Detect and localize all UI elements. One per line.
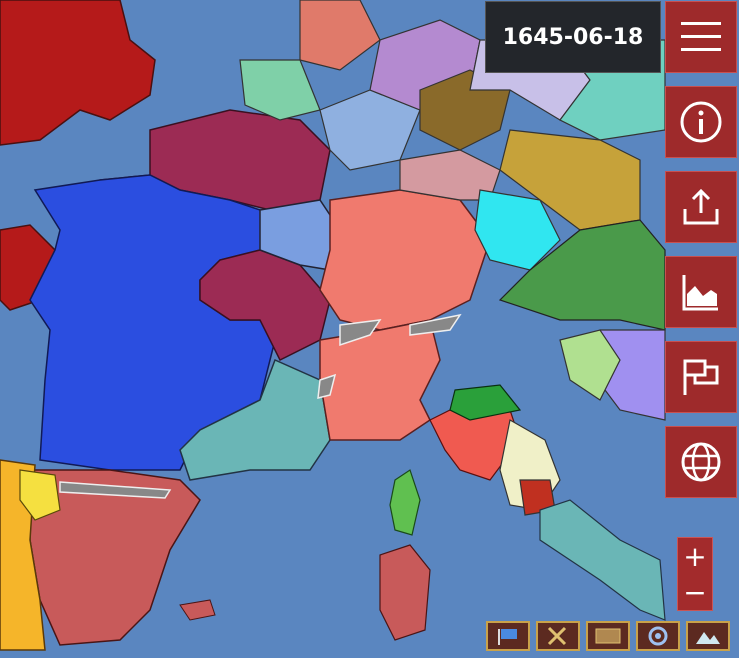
zoom-control: + − <box>677 537 713 611</box>
tools-button[interactable] <box>536 621 580 651</box>
region-north-italy <box>319 319 441 441</box>
flag-toggle-button[interactable] <box>486 621 530 651</box>
tools-icon <box>547 626 567 646</box>
flag-toggle-icon <box>498 629 517 645</box>
globe-icon <box>681 442 721 482</box>
share-button[interactable] <box>665 171 737 243</box>
date-text: 1645-06-18 <box>502 24 644 50</box>
nations-button[interactable] <box>665 341 737 413</box>
world-button[interactable] <box>665 426 737 498</box>
info-button[interactable] <box>665 86 737 158</box>
terrain-button[interactable] <box>686 621 730 651</box>
menu-icon <box>681 22 721 51</box>
chart-icon <box>682 275 718 311</box>
zoom-in-button[interactable]: + <box>678 538 712 574</box>
game-date-display: 1645-06-18 <box>485 1 661 73</box>
terrain-icon <box>696 632 720 644</box>
share-icon <box>683 188 719 225</box>
settings-button[interactable] <box>636 621 680 651</box>
map-button[interactable] <box>586 621 630 651</box>
info-icon <box>680 101 722 143</box>
flag-icon <box>683 359 719 395</box>
settings-icon <box>648 626 668 646</box>
statistics-button[interactable] <box>665 256 737 328</box>
zoom-out-button[interactable]: − <box>678 574 712 610</box>
map-icon <box>595 628 621 644</box>
map-mode-bar <box>486 621 730 651</box>
menu-button[interactable] <box>665 1 737 73</box>
game-map[interactable] <box>0 0 739 658</box>
